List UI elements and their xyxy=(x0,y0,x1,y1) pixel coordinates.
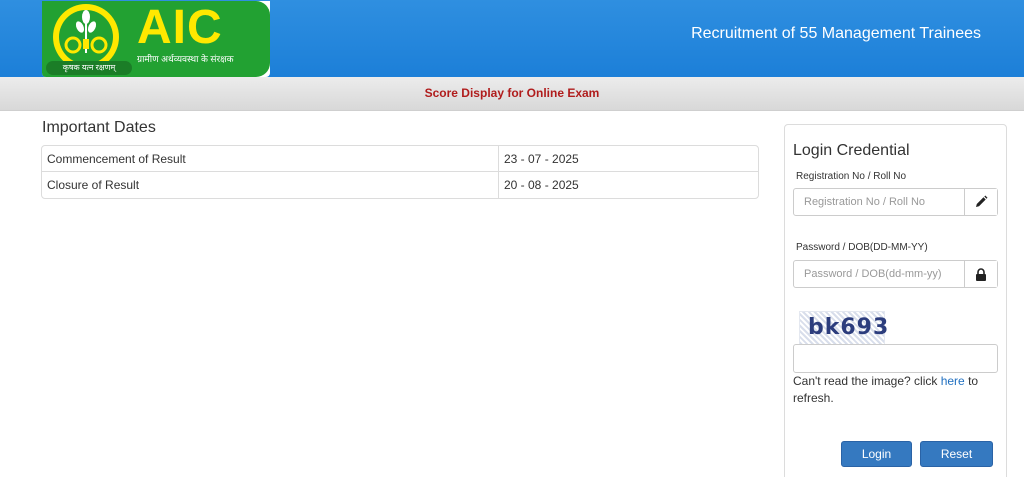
captcha-image: bk693 xyxy=(799,311,888,345)
registration-input-group xyxy=(793,188,998,216)
captcha-refresh-link[interactable]: here xyxy=(941,374,965,388)
captcha-text: bk693 xyxy=(808,315,890,340)
lock-icon xyxy=(964,261,997,287)
aic-logo: AIC ग्रामीण अर्थव्यवस्था के संरक्षक कृषक… xyxy=(42,1,270,77)
logo-wordmark: AIC xyxy=(137,1,223,54)
captcha-refresh-note: Can't read the image? click here to refr… xyxy=(793,373,998,407)
date-value: 23 - 07 - 2025 xyxy=(499,146,758,172)
captcha-input[interactable] xyxy=(793,344,998,373)
date-label: Commencement of Result xyxy=(42,146,499,172)
pencil-icon xyxy=(964,189,997,215)
important-dates-heading: Important Dates xyxy=(42,119,156,136)
login-panel: Login Credential Registration No / Roll … xyxy=(784,124,1007,477)
password-label: Password / DOB(DD-MM-YY) xyxy=(796,242,928,253)
logo-tagline: ग्रामीण अर्थव्यवस्था के संरक्षक xyxy=(137,54,234,64)
table-row: Commencement of Result 23 - 07 - 2025 xyxy=(42,146,758,172)
logo-motto: कृषक यत्न रक्षणम् xyxy=(46,61,132,75)
registration-label: Registration No / Roll No xyxy=(796,171,907,182)
important-dates-table: Commencement of Result 23 - 07 - 2025 Cl… xyxy=(41,145,759,199)
password-input[interactable] xyxy=(794,261,966,287)
page-title: Recruitment of 55 Management Trainees xyxy=(691,25,981,42)
date-value: 20 - 08 - 2025 xyxy=(504,178,579,192)
table-row: Closure of Result 20 - 08 - 2025 xyxy=(42,172,758,198)
site-header: AIC ग्रामीण अर्थव्यवस्था के संरक्षक कृषक… xyxy=(0,0,1024,77)
sub-header-title: Score Display for Online Exam xyxy=(424,86,600,100)
date-label: Closure of Result xyxy=(42,172,499,198)
reset-button[interactable]: Reset xyxy=(920,441,993,467)
sub-header-bar: Score Display for Online Exam xyxy=(0,77,1024,111)
login-title: Login Credential xyxy=(793,142,910,159)
password-input-group xyxy=(793,260,998,288)
login-button[interactable]: Login xyxy=(841,441,912,467)
refresh-prefix: Can't read the image? click xyxy=(793,374,941,388)
registration-input[interactable] xyxy=(794,189,966,215)
